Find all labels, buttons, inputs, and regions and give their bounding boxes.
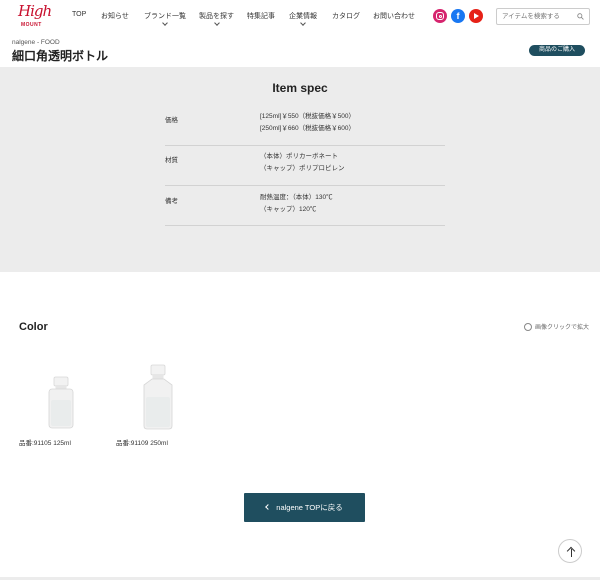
zoom-hint: 画像クリックで拡大	[524, 322, 590, 332]
search-icon[interactable]	[577, 13, 584, 20]
spec-row-material: 材質 （本体）ポリカーボネート （キャップ）ポリプロピレン	[165, 153, 445, 186]
product-card[interactable]: 品番:91109 250ml	[116, 360, 186, 447]
spec-value-line: 耐熱温度：（本体）130℃	[260, 194, 333, 201]
facebook-glyph: f	[456, 11, 460, 21]
nav-item-products[interactable]: 製品を探す	[199, 11, 234, 26]
product-card[interactable]: 品番:91105 125ml	[19, 360, 89, 447]
color-section-title: Color	[19, 321, 48, 333]
nav-label: TOP	[72, 11, 87, 18]
chevron-down-icon	[213, 20, 220, 26]
chevron-left-icon	[265, 504, 272, 510]
search-box	[496, 8, 590, 25]
zoom-icon	[524, 323, 532, 332]
spec-value-line: （キャップ）120℃	[260, 206, 317, 213]
bottle-250ml-image[interactable]	[116, 360, 186, 435]
chevron-down-icon	[300, 20, 306, 26]
nav-label: 企業情報	[289, 13, 317, 20]
spec-value-line: （本体）ポリカーボネート	[260, 153, 338, 160]
facebook-icon[interactable]: f	[451, 9, 465, 23]
brand-logo[interactable]: High MOUNT	[18, 2, 52, 31]
youtube-icon[interactable]	[469, 9, 483, 23]
spec-row-notes: 備考 耐熱温度：（本体）130℃ （キャップ）120℃	[165, 194, 445, 226]
nav-label: お知らせ	[101, 13, 129, 20]
nav-item-features[interactable]: 特集記事	[247, 11, 275, 21]
nav-label: お問い合わせ	[373, 13, 415, 20]
nav-item-news[interactable]: お知らせ	[101, 11, 129, 21]
spec-value-line: （キャップ）ポリプロピレン	[260, 165, 345, 172]
scroll-to-top-button[interactable]	[558, 539, 582, 563]
spec-title: Item spec	[272, 81, 328, 95]
product-label: 品番:91109 250ml	[116, 440, 168, 447]
spec-value-line: [250ml]￥660（税抜価格￥600）	[260, 125, 356, 132]
breadcrumb[interactable]: nalgene - FOOD	[12, 39, 60, 46]
item-spec-section: Item spec 価格 [125ml]￥550（税抜価格￥500） [250m…	[0, 67, 600, 272]
nav-item-top[interactable]: TOP	[72, 11, 86, 18]
back-button-label: nalgene TOPに戻る	[276, 503, 343, 512]
spec-value: [125ml]￥550（税抜価格￥500） [250ml]￥660（税抜価格￥6…	[260, 111, 355, 135]
back-to-top-button[interactable]: nalgene TOPに戻る	[244, 493, 365, 522]
nav-item-brands[interactable]: ブランド一覧	[144, 11, 186, 26]
search-input[interactable]	[502, 11, 572, 22]
spec-label: 備考	[165, 198, 178, 205]
nav-label: ブランド一覧	[144, 13, 186, 20]
bottle-125ml-image[interactable]	[19, 360, 89, 435]
nav-label: 特集記事	[247, 13, 275, 20]
product-label: 品番:91105 125ml	[19, 440, 71, 447]
nav-item-contact[interactable]: お問い合わせ	[373, 11, 415, 21]
page-title: 細口角透明ボトル	[12, 49, 109, 63]
site-header: High MOUNT TOP お知らせ ブランド一覧 製品を探す 特集記事 企業…	[0, 0, 600, 34]
instagram-icon[interactable]	[433, 9, 447, 23]
spec-label: 価格	[165, 117, 178, 124]
nav-item-company[interactable]: 企業情報	[289, 11, 317, 26]
logo-sub: MOUNT	[21, 22, 42, 28]
spec-row-price: 価格 [125ml]￥550（税抜価格￥500） [250ml]￥660（税抜価…	[165, 113, 445, 146]
chevron-down-icon	[162, 20, 168, 26]
nav-item-catalog[interactable]: カタログ	[332, 11, 360, 21]
spec-value: （本体）ポリカーボネート （キャップ）ポリプロピレン	[260, 151, 345, 175]
spec-value: 耐熱温度：（本体）130℃ （キャップ）120℃	[260, 192, 333, 216]
zoom-hint-text: 画像クリックで拡大	[535, 325, 590, 331]
buy-button[interactable]: 商品のご購入	[529, 45, 585, 56]
logo-script: High	[18, 2, 52, 20]
spec-value-line: [125ml]￥550（税抜価格￥500）	[260, 113, 356, 120]
nav-label: カタログ	[332, 13, 360, 20]
spec-label: 材質	[165, 157, 178, 164]
